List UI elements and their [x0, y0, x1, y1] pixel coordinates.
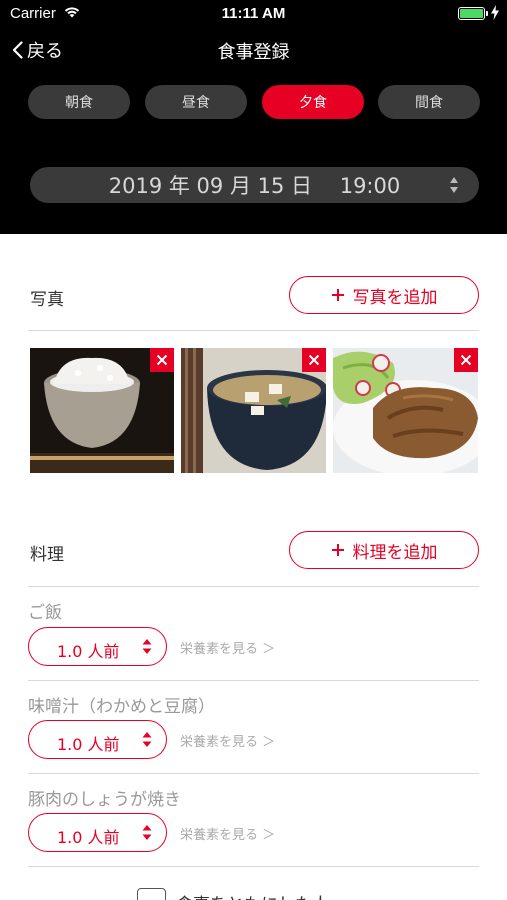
status-bar: Carrier 11:11 AM [0, 0, 507, 28]
page-title: 食事登録 [217, 42, 290, 63]
updown-arrows-icon [142, 639, 152, 654]
tab-lunch[interactable]: 昼食 [145, 85, 247, 119]
add-dish-button[interactable]: 料理を追加 [289, 531, 479, 569]
battery-icon [458, 7, 488, 20]
divider [28, 330, 479, 331]
delete-photo-icon[interactable] [454, 348, 478, 372]
portion-stepper[interactable]: 1.0 人前 [28, 813, 167, 852]
portion-value: 1.0 人前 [57, 735, 120, 754]
tab-snack[interactable]: 間食 [378, 85, 480, 119]
nutrition-link[interactable]: 栄養素を見る ＞ [180, 638, 275, 657]
date-time-value: 2019 年 09 月 15 日 19:00 [108, 174, 401, 198]
dish-name: ご飯 [28, 603, 62, 623]
delete-photo-icon[interactable] [150, 348, 174, 372]
photo-thumbnail[interactable] [333, 348, 478, 473]
add-photo-button[interactable]: 写真を追加 [289, 276, 479, 314]
plus-icon [331, 544, 344, 556]
dishes-section-label: 料理 [30, 545, 64, 565]
updown-arrows-icon [142, 825, 152, 840]
date-time-picker[interactable]: 2019 年 09 月 15 日 19:00 [30, 167, 479, 203]
tab-dinner[interactable]: 夕食 [262, 85, 364, 119]
tab-breakfast[interactable]: 朝食 [28, 85, 130, 119]
portion-value: 1.0 人前 [57, 828, 120, 847]
nutrition-link[interactable]: 栄養素を見る ＞ [180, 824, 275, 843]
meal-tabs: 朝食 昼食 夕食 間食 [28, 85, 480, 119]
nutrition-link[interactable]: 栄養素を見る ＞ [180, 731, 275, 750]
divider [28, 866, 479, 867]
status-time: 11:11 AM [221, 5, 286, 22]
photo-thumbnail[interactable] [181, 348, 326, 473]
add-dish-label: 料理を追加 [352, 542, 438, 563]
add-photo-label: 写真を追加 [352, 287, 438, 308]
plus-icon [331, 289, 344, 301]
portion-stepper[interactable]: 1.0 人前 [28, 627, 167, 666]
divider [28, 586, 479, 587]
dish-name: 味噌汁（わかめと豆腐） [28, 697, 215, 717]
divider [28, 680, 479, 681]
eat-together-label: 食事をともにした人 [176, 890, 329, 900]
charging-icon [491, 5, 499, 20]
portion-value: 1.0 人前 [57, 642, 120, 661]
updown-arrows-icon [142, 732, 152, 747]
photos-section-label: 写真 [30, 290, 64, 310]
divider [28, 773, 479, 774]
portion-stepper[interactable]: 1.0 人前 [28, 720, 167, 759]
eat-together-checkbox[interactable] [137, 888, 166, 900]
delete-photo-icon[interactable] [302, 348, 326, 372]
photo-thumbnail[interactable] [30, 348, 174, 473]
header: Carrier 11:11 AM 戻る 食事登録 朝食 昼食 夕食 間食 201… [0, 0, 507, 234]
updown-arrows-icon [450, 177, 458, 193]
dish-name: 豚肉のしょうが焼き [28, 790, 181, 810]
